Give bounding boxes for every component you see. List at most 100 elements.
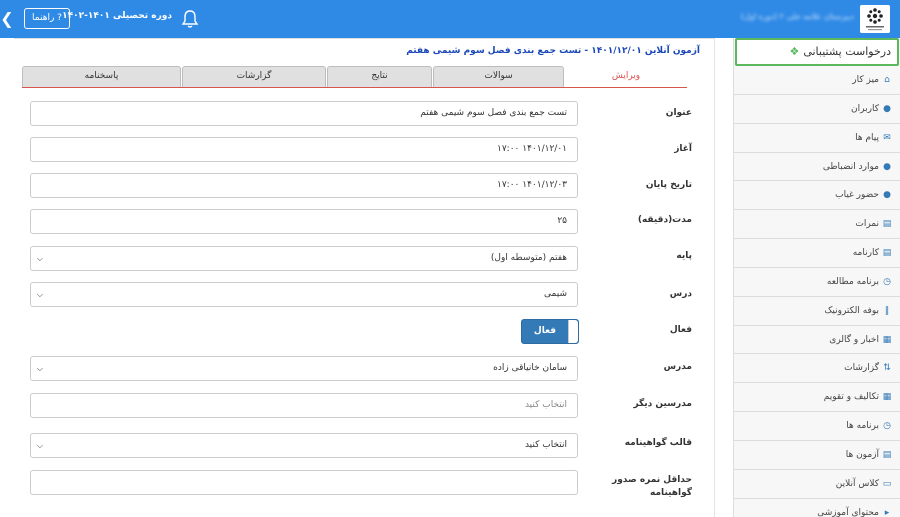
sidebar-item-study-plan[interactable]: ◷ برنامه مطالعه — [734, 267, 900, 297]
tab-bar: ویرایش سوالات نتایج گزارشات پاسخنامه — [22, 66, 687, 88]
title-input[interactable]: تست جمع بندی فصل سوم شیمی هفتم — [30, 101, 578, 126]
end-date-input[interactable]: ۱۴۰۱/۱۲/۰۳ ۱۷:۰۰ — [30, 173, 578, 198]
tab-results[interactable]: نتایج — [327, 66, 432, 87]
end-label: تاریخ پایان — [645, 180, 692, 190]
tab-reports[interactable]: گزارشات — [182, 66, 326, 87]
active-toggle-label: فعال — [533, 326, 557, 336]
support-label: درخواست پشتیبانی — [803, 45, 891, 58]
sidebar-item-content[interactable]: ▸ محتوای آموزشی — [734, 498, 900, 517]
certificate-select[interactable]: انتخاب کنید ⌵ — [30, 433, 578, 458]
clock-icon: ◷ — [883, 421, 891, 432]
envelope-icon: ✉ — [883, 132, 891, 143]
list-icon: ▤ — [882, 449, 892, 460]
sidebar-item-assignments[interactable]: ▦تکالیف و تقویم — [734, 383, 900, 413]
certificate-label: قالب گواهینامه — [624, 438, 692, 448]
other-teachers-input[interactable]: انتخاب کنید — [30, 393, 578, 418]
sidebar-item-online-class[interactable]: ▭کلاس آنلاین — [734, 469, 900, 499]
start-label: آغاز — [674, 144, 692, 154]
toggle-knob — [568, 320, 578, 343]
chevron-down-icon: ⌵ — [36, 290, 43, 299]
sidebar-item-label: پیام ها — [855, 132, 879, 143]
sidebar-item-label: حضور غیاب — [835, 190, 879, 201]
duration-label: مدت(دقیقه) — [637, 215, 692, 225]
course-label: درس — [669, 289, 692, 299]
sidebar-item-attendance[interactable]: ● حضور غیاب — [734, 181, 900, 211]
sidebar-item-reports[interactable]: ⇅ گزارشات — [734, 354, 900, 384]
calendar-icon: ▦ — [882, 392, 892, 403]
grade-value: هفتم (متوسطه اول) — [490, 253, 567, 263]
sidebar-item-programs[interactable]: ◷ برنامه ها — [734, 412, 900, 441]
sidebar-item-report-card[interactable]: ▤کارنامه — [734, 239, 900, 268]
sidebar-item-label: نمرات — [855, 219, 879, 230]
title-label: عنوان — [665, 108, 692, 118]
active-label: فعال — [669, 325, 692, 335]
sidebar-item-buffet[interactable]: ‖ بوفه الکترونیک — [734, 296, 900, 326]
teacher-select[interactable]: سامان خانیاقی زاده ⌵ — [30, 356, 578, 381]
sidebar-item-news[interactable]: ▦اخبار و گالری — [734, 325, 900, 355]
home-icon: ⌂ — [884, 75, 890, 85]
other-teachers-label: مدرسین دیگر — [633, 399, 692, 409]
sidebar-item-grades[interactable]: ▤نمرات — [734, 210, 900, 240]
sidebar-menu: ⌂ میز کار ● کاربران ✉ پیام ها ● موارد انضباط… — [734, 66, 900, 517]
chevron-left-icon[interactable]: ❮ — [0, 8, 14, 30]
main-content: آزمون آنلاین ۱۴۰۱/۱۲/۰۱ - تست جمع بندی ف… — [14, 38, 715, 517]
course-value: شیمی — [544, 289, 567, 299]
film-icon: ▦ — [882, 334, 892, 345]
grade-select[interactable]: هفتم (متوسطه اول) ⌵ — [30, 246, 578, 271]
sidebar-item-label: آزمون ها — [845, 449, 879, 460]
sidebar-item-messages[interactable]: ✉ پیام ها — [734, 123, 900, 153]
duration-input[interactable]: ۲۵ — [30, 209, 578, 234]
min-score-label: حداقل نمره صدور گواهینامه — [612, 475, 692, 498]
page-title: آزمون آنلاین ۱۴۰۱/۱۲/۰۱ - تست جمع بندی ف… — [406, 46, 700, 56]
clock-icon: ◷ — [883, 276, 891, 287]
sidebar-item-label: بوفه الکترونیک — [824, 305, 879, 316]
tab-questions[interactable]: سوالات — [433, 66, 564, 87]
sidebar-item-label: کلاس آنلاین — [835, 478, 879, 489]
ticket-icon: ❖ — [789, 45, 800, 58]
school-logo — [860, 5, 890, 33]
teacher-value: سامان خانیاقی زاده — [493, 363, 567, 373]
tab-edit[interactable]: ویرایش — [565, 66, 687, 87]
sort-icon: ⇅ — [883, 363, 891, 374]
sidebar-item-dashboard[interactable]: ⌂ میز کار — [734, 66, 900, 95]
school-name: دبیرستان علامه حلی ۲ (دوره اول) — [740, 12, 854, 21]
sidebar-item-label: اخبار و گالری — [829, 334, 879, 345]
users-icon: ● — [883, 161, 891, 172]
sidebar-item-discipline[interactable]: ● موارد انضباطی — [734, 152, 900, 182]
certificate-value: انتخاب کنید — [524, 440, 567, 450]
sidebar-item-label: کاربران — [851, 103, 879, 114]
tab-answer-sheet[interactable]: پاسخنامه — [22, 66, 181, 87]
bell-icon[interactable] — [181, 9, 199, 29]
cutlery-icon: ‖ — [884, 305, 890, 316]
sidebar-item-label: برنامه ها — [846, 421, 879, 432]
min-score-input[interactable] — [30, 470, 578, 495]
sidebar-item-label: محتوای آموزشی — [817, 507, 879, 517]
monitor-icon: ▭ — [882, 478, 892, 489]
megaphone-icon: ▸ — [884, 507, 890, 517]
chart-icon: ▤ — [882, 219, 892, 230]
sidebar: درخواست پشتیبانی❖ ⌂ میز کار ● کاربران ✉ پیا… — [733, 38, 900, 517]
grade-label: پایه — [676, 251, 692, 261]
teacher-label: مدرس — [663, 362, 692, 372]
sidebar-item-label: گزارشات — [844, 363, 879, 374]
chevron-down-icon: ⌵ — [36, 254, 43, 263]
user-icon: ● — [883, 103, 891, 114]
active-toggle[interactable]: فعال — [521, 319, 579, 344]
support-request-button[interactable]: درخواست پشتیبانی❖ — [735, 38, 899, 66]
sidebar-item-label: موارد انضباطی — [822, 161, 879, 172]
users-icon: ● — [883, 190, 891, 201]
chevron-down-icon: ⌵ — [36, 441, 43, 450]
course-select[interactable]: شیمی ⌵ — [30, 282, 578, 307]
sidebar-item-label: کارنامه — [852, 248, 879, 259]
top-header: ❮ ? راهنما دوره تحصیلی ۱۴۰۱-۱۴۰۲ دبیرستا… — [0, 0, 900, 38]
sidebar-item-users[interactable]: ● کاربران — [734, 94, 900, 124]
sidebar-item-exams[interactable]: ▤آزمون ها — [734, 440, 900, 470]
divider — [14, 38, 715, 39]
sidebar-item-label: میز کار — [852, 75, 879, 85]
start-date-input[interactable]: ۱۴۰۱/۱۲/۰۱ ۱۷:۰۰ — [30, 137, 578, 162]
sidebar-item-label: برنامه مطالعه — [826, 276, 879, 287]
chevron-down-icon: ⌵ — [36, 364, 43, 373]
academic-period[interactable]: دوره تحصیلی ۱۴۰۱-۱۴۰۲ — [62, 11, 172, 21]
list-icon: ▤ — [882, 248, 892, 259]
left-gutter — [0, 38, 14, 517]
